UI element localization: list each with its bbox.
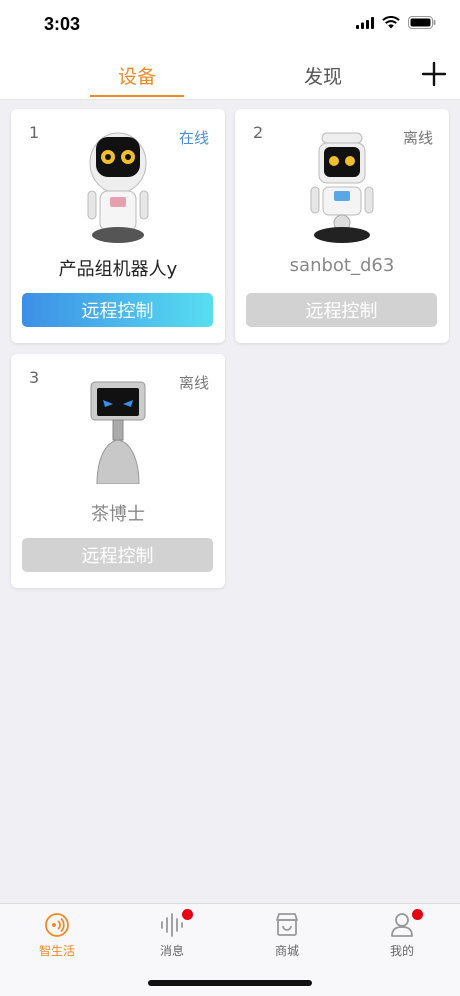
store-icon [276,913,298,936]
top-tab-bar: 设备 发现 [0,50,460,100]
device-card[interactable]: 2 离线 sanbot_d63 远程控制 [235,109,449,343]
active-tab-indicator [90,95,184,97]
notification-badge [182,909,193,920]
bottom-tab-label: 消息 [159,944,184,958]
battery-icon [408,16,436,29]
tab-discover[interactable]: 发现 [304,62,342,89]
device-card[interactable]: 1 在线 产品组机器人y 远程控制 [11,109,225,343]
bottom-tab-label: 智生活 [38,944,75,958]
device-status: 离线 [178,374,209,392]
device-status: 离线 [402,129,433,147]
bottom-tab-profile[interactable]: 我的 [362,909,442,959]
plus-icon[interactable] [418,58,450,90]
signal-icon [356,16,374,29]
robot-image [90,381,146,484]
smart-life-icon [45,913,69,937]
status-icons [356,16,436,29]
device-name: sanbot_d63 [289,255,395,276]
device-index: 1 [29,123,40,142]
bottom-tab-label: 我的 [389,944,414,958]
bottom-tab-label: 商城 [274,944,299,958]
device-status: 在线 [178,129,209,147]
bottom-tab-messages[interactable]: 消息 [132,909,212,959]
device-index: 2 [253,123,264,142]
bottom-tab-store[interactable]: 商城 [247,910,327,959]
wifi-icon [382,16,400,29]
notification-badge [412,909,423,920]
robot-image [310,132,374,243]
remote-control-button[interactable]: 远程控制 [22,538,213,572]
home-indicator [148,980,312,986]
device-card[interactable]: 3 离线 茶博士 远程控制 [11,354,225,588]
status-bar: 3:03 [0,0,460,50]
status-time: 3:03 [44,14,81,34]
device-name: 产品组机器人y [58,259,178,280]
robot-image [87,132,149,243]
tab-devices[interactable]: 设备 [118,62,156,89]
bottom-tab-smart-life[interactable]: 智生活 [17,910,97,959]
remote-control-button[interactable]: 远程控制 [246,293,437,327]
device-name: 茶博士 [91,504,145,525]
device-index: 3 [29,368,40,387]
remote-control-button[interactable]: 远程控制 [22,293,213,327]
